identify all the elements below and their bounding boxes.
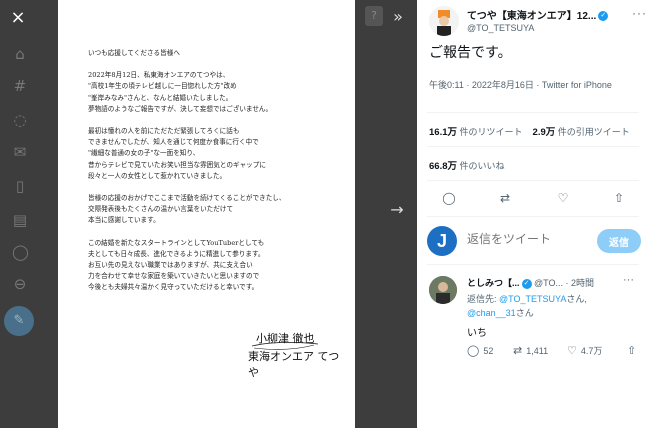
letter-paragraph: 最初は憧れの人を前にただただ緊張してろくに話もできませんでしたが、知人を通じて何… [88, 126, 340, 182]
reply-share-button[interactable]: ⇧ [627, 344, 640, 357]
background-search-icon: ? [365, 6, 383, 26]
reply-input[interactable] [467, 232, 587, 246]
background-nav: ⌂ # ◌ ✉ ▯ ▤ ◯ ⊖ ✎ [0, 0, 40, 428]
compose-icon: ✎ [4, 306, 34, 336]
letter-line: 今後とも夫婦共々温かく見守っていただけると幸いです。 [88, 283, 259, 292]
verified-badge-icon: ✓ [521, 278, 532, 289]
divider [427, 146, 639, 147]
comment-icon[interactable]: ◯ [441, 190, 457, 206]
retweet-icon: ⇄ [513, 345, 523, 357]
handwritten-signature: 小柳津 徹也 東海オンエア てつや [248, 330, 348, 380]
letter-paragraph: 2022年8月12日、私東海オンエアのてつやは、 "高校1年生の頃テレビ越しに一目… [88, 70, 340, 115]
reply-text: いち [467, 328, 487, 339]
list-icon: ▤ [12, 211, 28, 229]
more-circle-icon: ⊖ [13, 275, 27, 293]
reply-retweet-button[interactable]: ⇄ 1,411 [513, 344, 548, 357]
reply-to: 返信先: @TO_TETSUYAさん, @chan__31さん [467, 294, 587, 318]
reply-time[interactable]: 2時間 [571, 278, 594, 288]
reply-author-name[interactable]: としみつ【... [467, 278, 520, 288]
letter-line: "繊細な普通の女の子"な一面を知り、 [88, 149, 200, 158]
retweet-icon[interactable]: ⇄ [497, 190, 513, 206]
retweet-stat[interactable]: 16.1万 件のリツイート [429, 127, 523, 138]
reply-actions: ◯ 52 ⇄ 1,411 ♡ 4.7万 ⇧ [467, 344, 641, 358]
reply-avatar[interactable] [429, 276, 457, 304]
media-viewer: ⌂ # ◌ ✉ ▯ ▤ ◯ ⊖ ✎ × ? » → いつも応援してくださる皆様へ… [0, 0, 417, 428]
user-avatar: J [427, 226, 457, 256]
letter-line: この結婚を新たなスタートラインとしてYouTuberとしても [88, 238, 265, 247]
share-icon[interactable]: ⇧ [611, 190, 627, 206]
close-icon[interactable]: × [6, 6, 30, 30]
like-stat[interactable]: 66.8万 件のいいね [429, 158, 505, 172]
letter-line: いつも応援してくださる皆様へ [88, 49, 180, 57]
reply-tweet[interactable]: としみつ【... ✓ @TO... · 2時間 ··· 返信先: @TO_TETS… [427, 274, 641, 370]
reply-button[interactable]: 返信 [597, 229, 641, 253]
letter-line: できませんでしたが、知人を通じて何度か食事に行く中で [88, 138, 259, 147]
letter-line: 昔からテレビで見ていたお笑い担当な雰囲気とのギャップに [88, 160, 266, 169]
signature-strokes [251, 342, 319, 350]
divider [427, 112, 639, 113]
home-icon: ⌂ [15, 45, 25, 63]
tweet-timestamp[interactable]: 午後0:11 · 2022年8月16日 · Twitter for iPhone [429, 78, 635, 92]
letter-line: 最初は憧れの人を前にただただ緊張してろくに話も [88, 127, 240, 136]
tweet-actions: ◯ ⇄ ♡ ⇧ [441, 190, 631, 206]
letter-line: お互い先の見えない職業ではありますが、共に支え合い [88, 261, 253, 270]
tweet-author[interactable]: てつや【東海オンエア】12...✓ @TO_TETSUYA ··· [427, 2, 645, 40]
more-options-icon[interactable]: ··· [623, 274, 634, 286]
divider [427, 216, 639, 217]
more-options-icon[interactable]: ··· [632, 6, 645, 20]
letter-line: 夢物語のようなご報告ですが、決して妄想ではございません。 [88, 104, 273, 113]
reply-header: としみつ【... ✓ @TO... · 2時間 [467, 278, 595, 289]
reply-to-link[interactable]: @chan__31 [467, 308, 516, 318]
letter-image: いつも応援してくださる皆様へ 2022年8月12日、私東海オンエアのてつやは、 "高… [58, 0, 355, 428]
reply-to-link[interactable]: @TO_TETSUYA [499, 294, 566, 304]
letter-line: 夫としても日々成長、進化できるように精進して参ります。 [88, 249, 265, 258]
divider [427, 264, 639, 265]
engagement-stats: 16.1万 件のリツイート 2.9万 件の引用ツイート [429, 124, 630, 138]
collapse-panel-icon[interactable]: » [386, 5, 410, 29]
share-icon: ⇧ [627, 345, 637, 357]
reply-author-handle[interactable]: @TO... [534, 278, 563, 288]
letter-line: "高校1年生の頃テレビ越しに一目惚れした方"改め [88, 82, 237, 91]
divider [427, 180, 639, 181]
next-image-icon[interactable]: → [385, 198, 409, 222]
reply-comment-button[interactable]: ◯ 52 [467, 344, 493, 357]
bookmark-icon: ▯ [15, 177, 25, 195]
letter-line: 2022年8月12日、私東海オンエアのてつやは、 [88, 71, 230, 80]
heart-icon[interactable]: ♡ [555, 190, 571, 206]
comment-icon: ◯ [467, 345, 480, 357]
letter-line: 力を合わせて幸せな家庭を築いていきたいと思いますので [88, 272, 260, 281]
hashtag-icon: # [13, 77, 27, 95]
reply-like-button[interactable]: ♡ 4.7万 [567, 344, 602, 357]
letter-body: いつも応援してくださる皆様へ 2022年8月12日、私東海オンエアのてつやは、 "高… [88, 48, 340, 305]
letter-paragraph: 皆様の応援のおかげでここまで活動を続けてくることができたし、 交際発表後もたくさん… [88, 193, 340, 227]
author-handle[interactable]: @TO_TETSUYA [467, 23, 534, 33]
letter-line: 段々と一人の女性として惹かれていきました。 [88, 171, 227, 180]
author-avatar[interactable] [429, 6, 459, 36]
tweet-text: ご報告です。 [429, 44, 512, 60]
letter-paragraph: いつも応援してくださる皆様へ [88, 48, 340, 59]
author-name[interactable]: てつや【東海オンエア】12... ✓ [467, 7, 609, 22]
bell-icon: ◌ [13, 111, 27, 129]
letter-line: "峯岸みなみ"さんと、なんと結婚いたしました。 [88, 93, 233, 102]
letter-line: 皆様の応援のおかげでここまで活動を続けてくることができたし、 [88, 194, 286, 203]
tweet-panel: てつや【東海オンエア】12...✓ @TO_TETSUYA ··· ご報告です。… [417, 0, 645, 428]
letter-line: 交際発表後もたくさんの温かい言葉をいただけて [88, 205, 234, 214]
verified-badge-icon: ✓ [598, 11, 609, 22]
heart-icon: ♡ [567, 345, 577, 357]
letter-line: 本当に感謝しています。 [88, 216, 160, 225]
quote-stat[interactable]: 2.9万 件の引用ツイート [533, 127, 630, 138]
mail-icon: ✉ [13, 143, 27, 161]
reply-composer: J 返信 [427, 226, 641, 256]
letter-paragraph: この結婚を新たなスタートラインとしてYouTuberとしても 夫としても日々成長、… [88, 238, 340, 294]
profile-icon: ◯ [12, 243, 29, 261]
